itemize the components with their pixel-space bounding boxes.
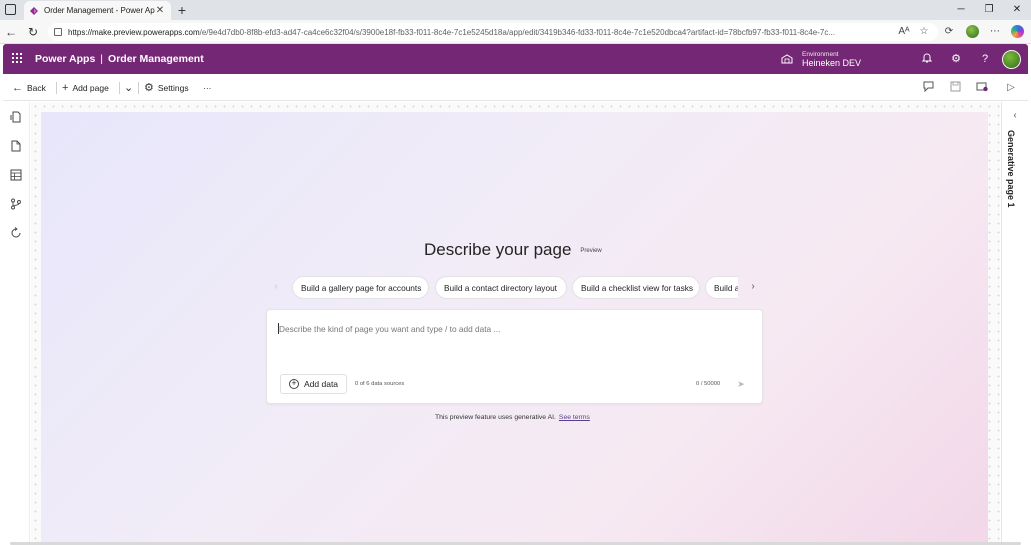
url-path: /e/9e4d7db0-8f8b-efd3-ad47-ca4ce6c32f04/… [199, 27, 835, 37]
gear-icon: ⚙ [144, 82, 154, 94]
more-options-icon: ··· [203, 83, 212, 93]
settings-gear-icon[interactable]: ⚙ [949, 52, 963, 66]
tree-view-icon[interactable] [10, 111, 22, 123]
send-icon[interactable]: ➤ [736, 378, 746, 390]
settings-label: Settings [157, 83, 189, 93]
back-arrow-icon: ← [12, 82, 23, 94]
save-icon[interactable] [948, 81, 962, 97]
add-data-label: Add data [304, 379, 339, 389]
settings-button[interactable]: ⚙ Settings [144, 81, 189, 95]
title-separator: | [100, 53, 104, 65]
preview-badge: Preview [580, 248, 602, 254]
comments-icon[interactable] [921, 81, 935, 97]
suggestions-prev-chevron-icon[interactable]: ‹ [271, 280, 281, 294]
add-page-button[interactable]: + Add page [62, 81, 109, 95]
divider [56, 82, 57, 94]
read-aloud-icon[interactable]: Aᴬ [897, 25, 911, 39]
close-tab-icon[interactable]: ✕ [155, 5, 165, 16]
profile-extension-icon[interactable] [966, 25, 979, 38]
browser-address-bar: ← ↻ https://make.preview.powerapps.com/e… [0, 20, 1031, 44]
app-launcher-waffle-icon[interactable] [12, 53, 24, 65]
user-avatar[interactable] [1002, 50, 1021, 69]
command-bar: ← Back + Add page ⌄ ⚙ Settings ··· ▷ [3, 74, 1028, 101]
suggestion-chip[interactable]: Build a gallery page for accounts [292, 276, 429, 299]
generative-page-tab[interactable]: Generative page 1 [1006, 130, 1016, 208]
browser-tab[interactable]: Order Management - Power Apps ✕ [24, 1, 171, 20]
more-options-button[interactable]: ··· [203, 81, 212, 95]
heading-text: Describe your page [424, 240, 572, 259]
suggestion-chip[interactable]: Build a [705, 276, 738, 299]
restore-window-icon[interactable]: ❐ [981, 3, 997, 17]
disclaimer-text: This preview feature uses generative AI. [435, 414, 556, 421]
add-data-button[interactable]: + Add data [280, 374, 348, 394]
page-icon[interactable] [10, 140, 22, 152]
power-apps-favicon-icon [30, 6, 38, 15]
favorite-star-icon[interactable]: ☆ [917, 25, 931, 39]
url-input[interactable]: https://make.preview.powerapps.com/e/9e4… [48, 23, 938, 41]
add-circle-icon: + [289, 379, 299, 389]
help-icon[interactable]: ? [978, 52, 992, 66]
new-tab-button[interactable]: + [175, 2, 189, 18]
add-page-label: Add page [72, 83, 109, 93]
ai-disclaimer: This preview feature uses generative AI.… [435, 414, 590, 421]
app-name[interactable]: Power Apps [35, 53, 95, 65]
suggestion-chip[interactable]: Build a checklist view for tasks [572, 276, 700, 299]
url-host: https://make.preview.powerapps.com [68, 27, 200, 37]
environment-name: Heineken DEV [802, 57, 862, 68]
expand-pane-chevron-icon[interactable]: ‹ [1010, 110, 1020, 122]
plus-icon: + [62, 82, 69, 94]
refresh-sync-icon[interactable] [10, 227, 22, 239]
suggestion-chip[interactable]: Build a contact directory layout [435, 276, 567, 299]
copilot-icon[interactable] [1011, 25, 1024, 38]
prompt-input[interactable]: Describe the kind of page you want and t… [279, 324, 500, 334]
minimize-window-icon[interactable]: ─ [953, 3, 969, 17]
branch-icon[interactable] [10, 198, 22, 210]
notifications-bell-icon[interactable] [920, 52, 934, 66]
page-heading: Describe your page Preview [424, 240, 602, 260]
data-source-count: 0 of 6 data sources [355, 381, 405, 387]
divider [138, 82, 139, 94]
environment-picker[interactable]: Environment Heineken DEV [781, 48, 861, 70]
suggestions-next-chevron-icon[interactable]: › [748, 280, 758, 294]
prompt-box: Describe the kind of page you want and t… [266, 309, 763, 404]
right-properties-pane: ‹ Generative page 1 [1001, 102, 1028, 545]
browser-tab-title: Order Management - Power Apps [44, 6, 155, 15]
data-table-icon[interactable] [10, 169, 22, 181]
extensions-icon[interactable]: ⋯ [988, 25, 1002, 39]
environment-label: Environment [802, 50, 839, 58]
divider [119, 82, 120, 94]
environment-building-icon [781, 54, 793, 64]
see-terms-link[interactable]: See terms [559, 414, 590, 421]
tab-actions-icon[interactable] [5, 4, 16, 15]
app-title: Power Apps | Order Management [35, 53, 204, 65]
back-button[interactable]: ← Back [12, 81, 46, 95]
power-apps-header: Power Apps | Order Management Environment … [3, 44, 1028, 74]
lock-icon [54, 28, 62, 36]
add-page-dropdown-chevron-icon[interactable]: ⌄ [124, 81, 137, 95]
browser-tab-strip: Order Management - Power Apps ✕ + ─ ❐ ✕ [0, 0, 1031, 20]
play-preview-icon[interactable]: ▷ [1004, 81, 1018, 95]
character-count: 0 / 50000 [696, 381, 721, 387]
left-tool-rail [3, 102, 30, 545]
back-arrow-icon[interactable]: ← [4, 25, 18, 39]
project-name: Order Management [108, 53, 204, 65]
browser-extension-icon[interactable]: ⟳ [942, 25, 956, 39]
refresh-icon[interactable]: ↻ [26, 25, 40, 39]
back-label: Back [27, 83, 46, 93]
publish-icon[interactable] [975, 81, 989, 97]
suggestion-chips: Build a gallery page for accounts Build … [292, 276, 738, 300]
close-window-icon[interactable]: ✕ [1009, 3, 1025, 17]
